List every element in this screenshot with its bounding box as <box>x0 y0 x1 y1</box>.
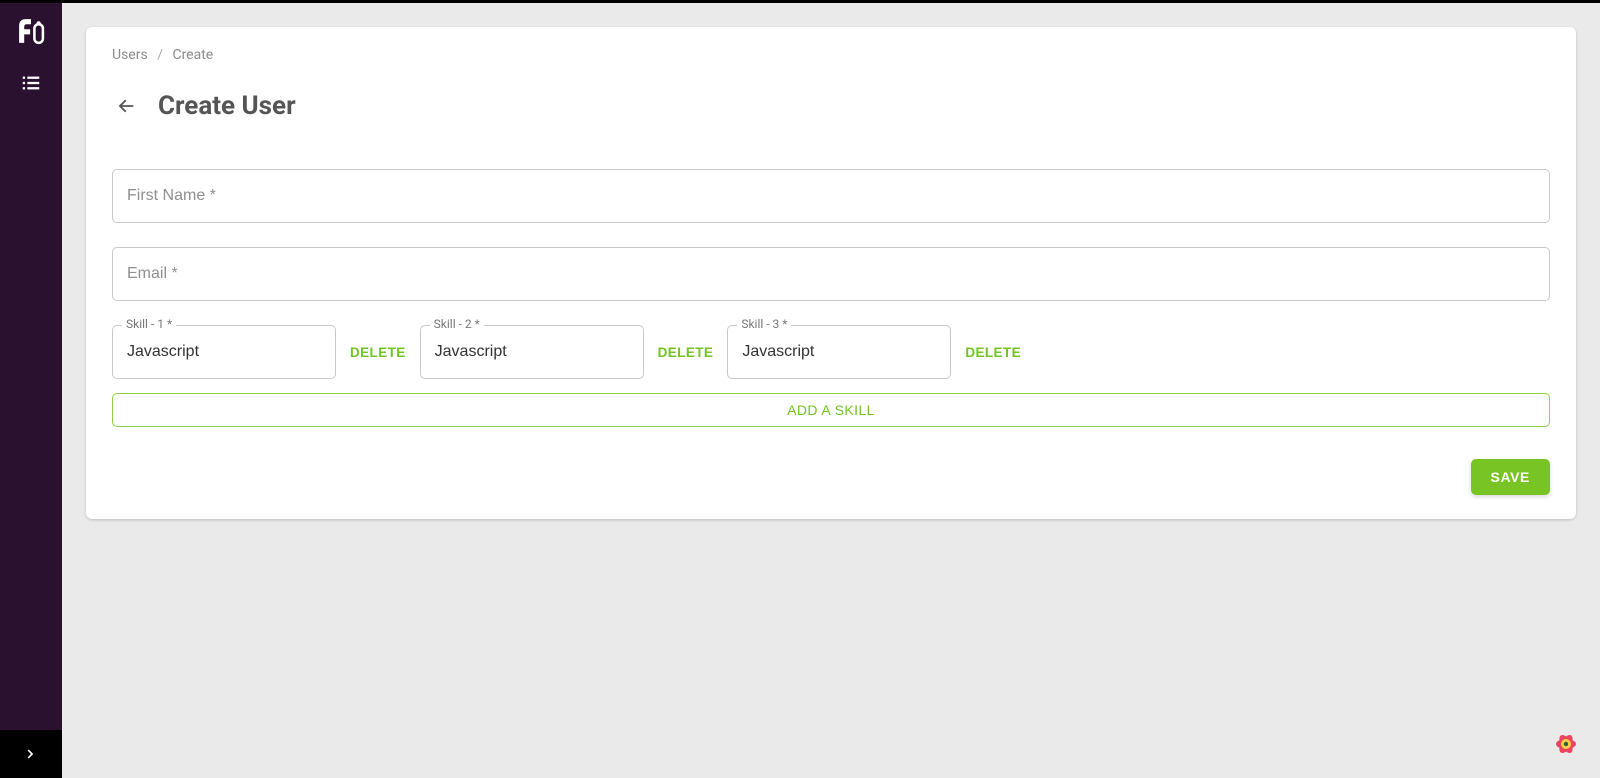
page-title: Create User <box>158 91 296 121</box>
sidebar-top <box>0 3 62 107</box>
skill-field-2: Skill - 2 * <box>420 325 644 379</box>
skill-block-1: Skill - 1 * DELETE <box>112 325 410 379</box>
skill-block-2: Skill - 2 * DELETE <box>420 325 718 379</box>
react-query-devtools-button[interactable] <box>1546 724 1586 764</box>
skill-block-3: Skill - 3 * DELETE <box>727 325 1025 379</box>
breadcrumb: Users / Create <box>112 47 1550 63</box>
sidebar-item-list[interactable] <box>0 59 62 107</box>
back-button[interactable] <box>112 92 140 120</box>
chevron-right-icon <box>22 745 40 763</box>
skill-label-2: Skill - 2 * <box>430 317 484 331</box>
sidebar-expand-button[interactable] <box>0 730 62 778</box>
sidebar <box>0 3 62 778</box>
arrow-left-icon <box>115 95 137 117</box>
delete-skill-3-button[interactable]: DELETE <box>961 337 1025 368</box>
skill-field-3: Skill - 3 * <box>727 325 951 379</box>
logo-icon <box>14 14 48 48</box>
skill-input-2[interactable] <box>420 325 644 379</box>
app-logo[interactable] <box>0 3 62 59</box>
delete-skill-2-button[interactable]: DELETE <box>654 337 718 368</box>
flower-icon <box>1546 724 1586 764</box>
form-actions: SAVE <box>112 459 1550 495</box>
main-content: Users / Create Create User <box>62 3 1600 778</box>
first-name-input[interactable] <box>112 169 1550 223</box>
breadcrumb-parent[interactable]: Users <box>112 47 148 63</box>
app-shell: Users / Create Create User <box>0 3 1600 778</box>
skill-input-3[interactable] <box>727 325 951 379</box>
email-field <box>112 247 1550 301</box>
add-skill-button[interactable]: ADD A SKILL <box>112 393 1550 427</box>
skills-row: Skill - 1 * DELETE Skill - 2 * DELETE Sk… <box>112 325 1550 379</box>
skill-label-1: Skill - 1 * <box>122 317 176 331</box>
title-row: Create User <box>112 91 1550 121</box>
first-name-field <box>112 169 1550 223</box>
skill-input-1[interactable] <box>112 325 336 379</box>
breadcrumb-separator: / <box>157 47 163 63</box>
skill-label-3: Skill - 3 * <box>737 317 791 331</box>
form-card: Users / Create Create User <box>86 27 1576 519</box>
delete-skill-1-button[interactable]: DELETE <box>346 337 410 368</box>
breadcrumb-current: Create <box>172 47 213 63</box>
skill-field-1: Skill - 1 * <box>112 325 336 379</box>
email-input[interactable] <box>112 247 1550 301</box>
list-icon <box>20 72 42 94</box>
save-button[interactable]: SAVE <box>1471 459 1551 495</box>
